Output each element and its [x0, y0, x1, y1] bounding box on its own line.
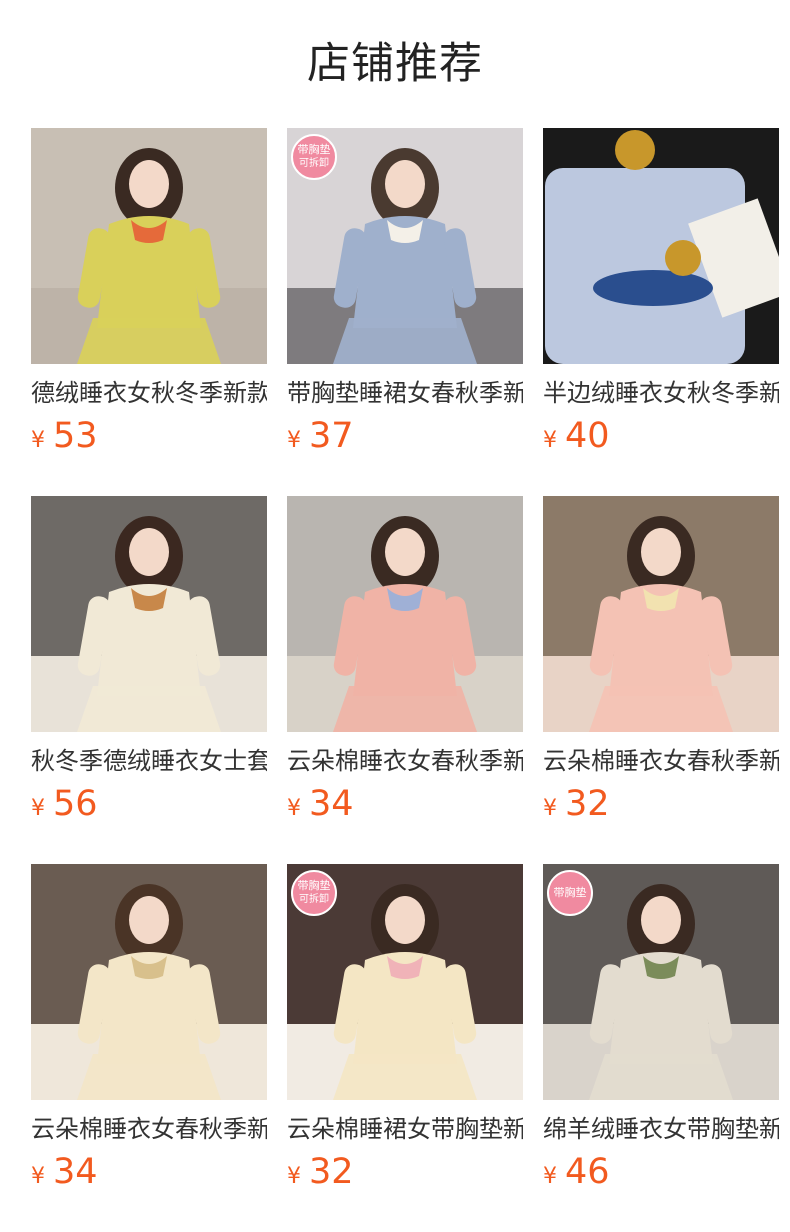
product-card[interactable]: 半边绒睡衣女秋冬季新款 ¥ 40: [543, 128, 779, 496]
product-image[interactable]: [31, 496, 267, 732]
product-card[interactable]: 云朵棉睡衣女春秋季新款 ¥ 32: [543, 496, 779, 864]
price-value: 53: [53, 416, 98, 456]
price-value: 46: [565, 1152, 610, 1192]
product-price: ¥ 40: [543, 416, 779, 456]
product-card[interactable]: 秋冬季德绒睡衣女士套装 ¥ 56: [31, 496, 267, 864]
product-title[interactable]: 云朵棉睡衣女春秋季新款: [31, 1114, 267, 1144]
badge-sublabel: 可拆卸: [299, 894, 329, 905]
product-photo-illustration: [287, 496, 523, 732]
product-card[interactable]: 带胸垫 可拆卸 云朵棉睡裙女带胸垫新款 ¥ 32: [287, 864, 523, 1232]
currency-symbol: ¥: [31, 1164, 45, 1189]
product-photo-illustration: [31, 128, 267, 364]
product-photo-illustration: [31, 864, 267, 1100]
currency-symbol: ¥: [31, 428, 45, 453]
product-image[interactable]: [287, 496, 523, 732]
badge-label: 带胸垫: [297, 879, 331, 892]
product-card[interactable]: 云朵棉睡衣女春秋季新款 ¥ 34: [31, 864, 267, 1232]
product-image[interactable]: [31, 864, 267, 1100]
currency-symbol: ¥: [287, 796, 301, 821]
page-header: 店铺推荐: [0, 0, 790, 128]
price-value: 32: [309, 1152, 354, 1192]
product-card[interactable]: 云朵棉睡衣女春秋季新款 ¥ 34: [287, 496, 523, 864]
product-title[interactable]: 半边绒睡衣女秋冬季新款: [543, 378, 779, 408]
product-price: ¥ 32: [543, 784, 779, 824]
product-image[interactable]: 带胸垫 可拆卸: [287, 864, 523, 1100]
currency-symbol: ¥: [31, 796, 45, 821]
product-title[interactable]: 绵羊绒睡衣女带胸垫新款: [543, 1114, 779, 1144]
badge-label: 带胸垫: [297, 143, 331, 156]
product-title[interactable]: 秋冬季德绒睡衣女士套装: [31, 746, 267, 776]
product-title[interactable]: 云朵棉睡衣女春秋季新款: [543, 746, 779, 776]
product-photo-illustration: [543, 128, 779, 364]
product-title[interactable]: 云朵棉睡裙女带胸垫新款: [287, 1114, 523, 1144]
product-card[interactable]: 带胸垫 可拆卸 带胸垫睡裙女春秋季新款 ¥ 37: [287, 128, 523, 496]
product-card[interactable]: 德绒睡衣女秋冬季新款 ¥ 53: [31, 128, 267, 496]
price-value: 34: [309, 784, 354, 824]
product-price: ¥ 37: [287, 416, 523, 456]
product-title[interactable]: 德绒睡衣女秋冬季新款: [31, 378, 267, 408]
product-price: ¥ 56: [31, 784, 267, 824]
product-photo-illustration: [31, 496, 267, 732]
badge-sublabel: 可拆卸: [299, 158, 329, 169]
product-image[interactable]: [543, 496, 779, 732]
price-value: 37: [309, 416, 354, 456]
product-price: ¥ 34: [287, 784, 523, 824]
currency-symbol: ¥: [543, 796, 557, 821]
product-title[interactable]: 云朵棉睡衣女春秋季新款: [287, 746, 523, 776]
currency-symbol: ¥: [287, 1164, 301, 1189]
product-price: ¥ 34: [31, 1152, 267, 1192]
product-title[interactable]: 带胸垫睡裙女春秋季新款: [287, 378, 523, 408]
badge-label: 带胸垫: [553, 886, 587, 899]
product-price: ¥ 32: [287, 1152, 523, 1192]
currency-symbol: ¥: [287, 428, 301, 453]
product-photo-illustration: [543, 496, 779, 732]
product-image[interactable]: [31, 128, 267, 364]
price-value: 40: [565, 416, 610, 456]
currency-symbol: ¥: [543, 1164, 557, 1189]
chest-pad-badge: 带胸垫: [547, 870, 593, 916]
price-value: 34: [53, 1152, 98, 1192]
product-image[interactable]: 带胸垫 可拆卸: [287, 128, 523, 364]
product-card[interactable]: 带胸垫 绵羊绒睡衣女带胸垫新款 ¥ 46: [543, 864, 779, 1232]
chest-pad-badge: 带胸垫 可拆卸: [291, 870, 337, 916]
product-price: ¥ 53: [31, 416, 267, 456]
price-value: 56: [53, 784, 98, 824]
chest-pad-badge: 带胸垫 可拆卸: [291, 134, 337, 180]
product-grid: 德绒睡衣女秋冬季新款 ¥ 53 带胸垫 可拆卸 带胸垫睡裙女春秋季新款 ¥ 37…: [31, 128, 779, 1232]
price-value: 32: [565, 784, 610, 824]
product-image[interactable]: [543, 128, 779, 364]
product-image[interactable]: 带胸垫: [543, 864, 779, 1100]
currency-symbol: ¥: [543, 428, 557, 453]
page-title: 店铺推荐: [307, 39, 483, 89]
product-price: ¥ 46: [543, 1152, 779, 1192]
